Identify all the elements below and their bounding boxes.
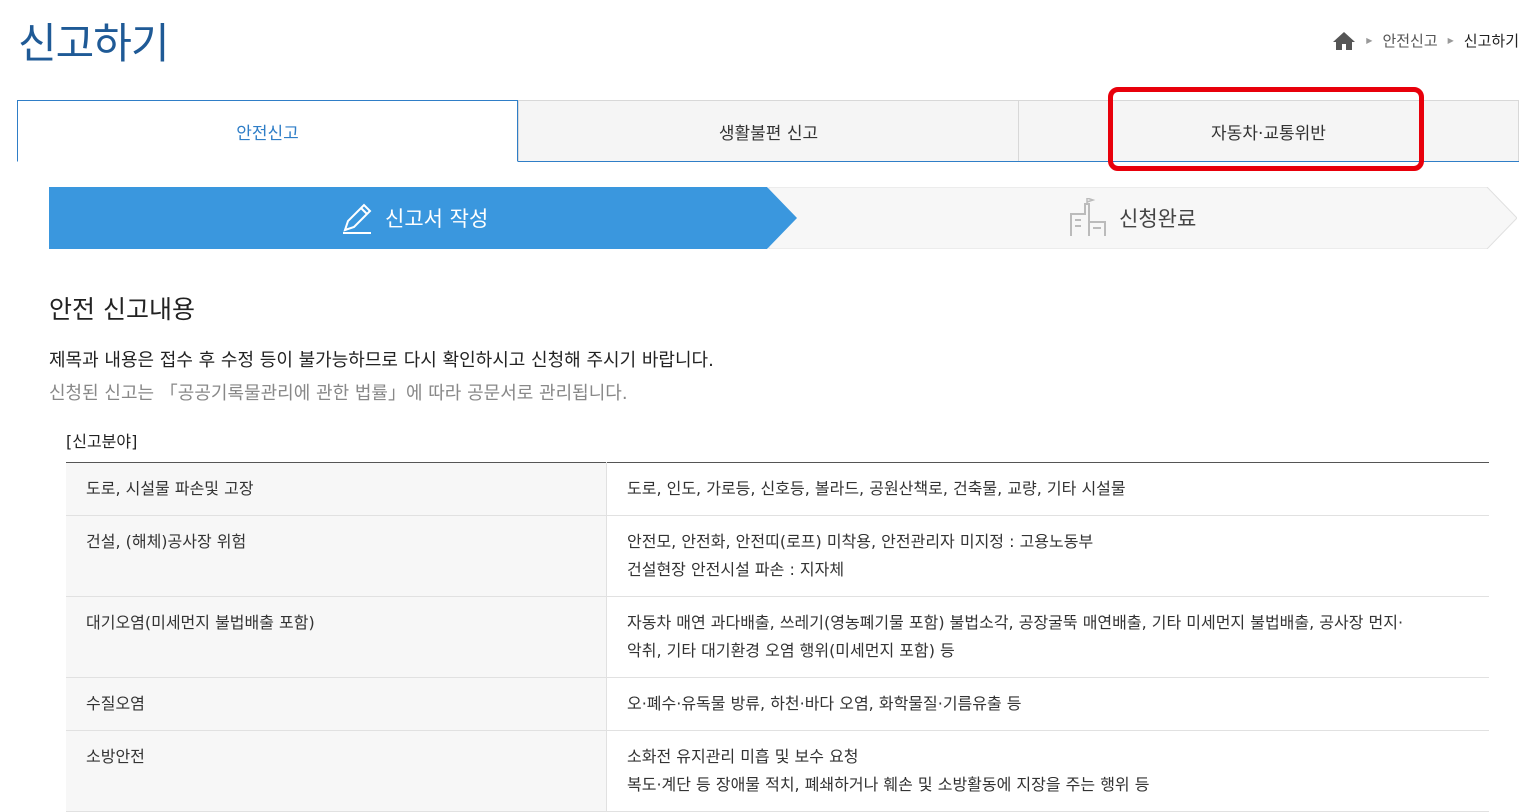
category-cell: 수질오염 (66, 677, 607, 731)
step-label: 신청완료 (1119, 207, 1197, 231)
breadcrumb-item-safety-report[interactable]: 안전신고 (1382, 30, 1437, 51)
table-row: 도로, 시설물 파손및 고장 도로, 인도, 가로등, 신호등, 볼라드, 공원… (66, 462, 1489, 516)
tab-safety-report[interactable]: 안전신고 (17, 100, 518, 162)
step-write-report: 신고서 작성 (339, 187, 488, 249)
table-row: 대기오염(미세먼지 불법배출 포함) 자동차 매연 과다배출, 쓰레기(영농폐기… (66, 596, 1489, 678)
steps-background (49, 187, 1517, 249)
section-title: 안전 신고내용 (49, 295, 195, 324)
report-type-tabs: 안전신고 생활불편 신고 자동차·교통위반 (17, 100, 1519, 162)
tab-living-inconvenience[interactable]: 생활불편 신고 (518, 100, 1018, 161)
report-category-table: 도로, 시설물 파손및 고장 도로, 인도, 가로등, 신호등, 볼라드, 공원… (66, 462, 1489, 812)
notice-sub: 신청된 신고는 「공공기록물관리에 관한 법률」에 따라 공문서로 관리됩니다. (49, 383, 628, 404)
notice-main: 제목과 내용은 접수 후 수정 등이 불가능하므로 다시 확인하시고 신청해 주… (49, 350, 714, 371)
description-cell: 도로, 인도, 가로등, 신호등, 볼라드, 공원산책로, 건축물, 교량, 기… (606, 462, 1489, 516)
description-cell: 소화전 유지관리 미흡 및 보수 요청 복도·계단 등 장애물 적치, 폐쇄하거… (606, 730, 1489, 812)
description-line: 도로, 인도, 가로등, 신호등, 볼라드, 공원산책로, 건축물, 교량, 기… (627, 479, 1126, 498)
description-line: 복도·계단 등 장애물 적치, 폐쇄하거나 훼손 및 소방활동에 지장을 주는 … (627, 775, 1150, 794)
breadcrumb-item-report: 신고하기 (1463, 32, 1519, 50)
chevron-right-icon: ▶ (1447, 36, 1454, 45)
table-caption: [신고분야] (66, 432, 138, 451)
category-cell: 건설, (해체)공사장 위험 (66, 515, 607, 597)
table-row: 건설, (해체)공사장 위험 안전모, 안전화, 안전띠(로프) 미착용, 안전… (66, 515, 1489, 597)
category-cell: 도로, 시설물 파손및 고장 (66, 462, 607, 516)
description-line: 건설현장 안전시설 파손 : 지자체 (627, 560, 845, 579)
breadcrumb: ▶ 안전신고 ▶ 신고하기 (1332, 30, 1519, 51)
tab-vehicle-traffic-violation[interactable]: 자동차·교통위반 (1018, 100, 1519, 161)
description-line: 오·폐수·유독물 방류, 하천·바다 오염, 화학물질·기름유출 등 (627, 694, 1022, 713)
description-line: 소화전 유지관리 미흡 및 보수 요청 (627, 747, 859, 766)
step-label: 신고서 작성 (385, 207, 489, 231)
category-cell: 소방안전 (66, 730, 607, 812)
pencil-icon (343, 203, 372, 234)
description-line: 안전모, 안전화, 안전띠(로프) 미착용, 안전관리자 미지정 : 고용노동부 (627, 532, 1094, 551)
description-line: 자동차 매연 과다배출, 쓰레기(영농폐기물 포함) 불법소각, 공장굴뚝 매연… (627, 613, 1404, 632)
category-cell: 대기오염(미세먼지 불법배출 포함) (66, 596, 607, 678)
chevron-right-icon: ▶ (1366, 36, 1373, 45)
description-line: 악취, 기타 대기환경 오염 행위(미세먼지 포함) 등 (627, 641, 955, 660)
building-icon (1070, 198, 1106, 236)
table-row: 수질오염 오·폐수·유독물 방류, 하천·바다 오염, 화학물질·기름유출 등 (66, 677, 1489, 731)
home-icon[interactable] (1332, 31, 1356, 51)
description-cell: 안전모, 안전화, 안전띠(로프) 미착용, 안전관리자 미지정 : 고용노동부… (606, 515, 1489, 597)
description-cell: 자동차 매연 과다배출, 쓰레기(영농폐기물 포함) 불법소각, 공장굴뚝 매연… (606, 596, 1489, 678)
step-complete: 신청완료 (1067, 187, 1196, 249)
page-title: 신고하기 (18, 19, 170, 68)
table-row: 소방안전 소화전 유지관리 미흡 및 보수 요청 복도·계단 등 장애물 적치,… (66, 730, 1489, 812)
description-cell: 오·폐수·유독물 방류, 하천·바다 오염, 화학물질·기름유출 등 (606, 677, 1489, 731)
progress-steps: 신고서 작성 신청완료 (49, 187, 1517, 249)
